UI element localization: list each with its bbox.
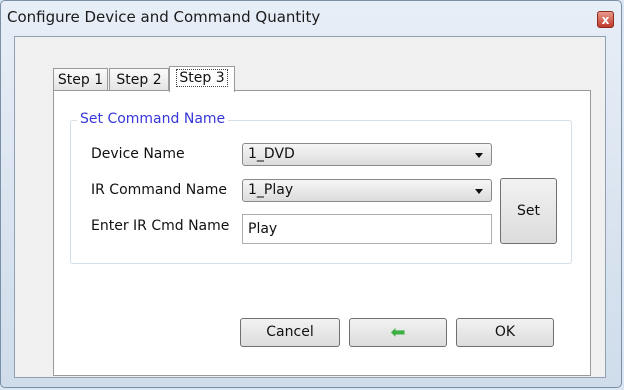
- device-name-value: 1_DVD: [248, 146, 295, 162]
- ok-button[interactable]: OK: [456, 318, 554, 347]
- tab-step-3-label: Step 3: [176, 69, 228, 87]
- device-name-dropdown[interactable]: 1_DVD: [242, 143, 492, 166]
- title-bar[interactable]: Configure Device and Command Quantity x: [1, 1, 621, 37]
- window-title: Configure Device and Command Quantity: [7, 8, 321, 26]
- close-button[interactable]: x: [597, 11, 614, 28]
- chevron-down-icon: [475, 189, 483, 194]
- chevron-down-icon: [475, 153, 483, 158]
- cancel-button[interactable]: Cancel: [240, 318, 340, 347]
- tab-step-1[interactable]: Step 1: [53, 68, 108, 91]
- tab-step-3[interactable]: Step 3: [169, 66, 235, 92]
- group-title: Set Command Name: [77, 111, 229, 127]
- ir-command-name-label: IR Command Name: [91, 182, 228, 198]
- back-arrow-icon: ⬅: [390, 322, 406, 343]
- tab-step-1-label: Step 1: [57, 72, 104, 88]
- close-icon: x: [601, 13, 610, 27]
- tab-step-2-label: Step 2: [116, 72, 162, 88]
- back-button[interactable]: ⬅: [349, 318, 447, 347]
- device-name-label: Device Name: [91, 146, 185, 162]
- ir-cmd-name-input[interactable]: [242, 214, 492, 244]
- enter-ir-cmd-name-label: Enter IR Cmd Name: [91, 218, 230, 234]
- ir-command-name-dropdown[interactable]: 1_Play: [242, 179, 492, 202]
- ir-command-name-value: 1_Play: [248, 182, 294, 198]
- set-button[interactable]: Set: [500, 178, 557, 244]
- tab-step-2[interactable]: Step 2: [109, 68, 169, 91]
